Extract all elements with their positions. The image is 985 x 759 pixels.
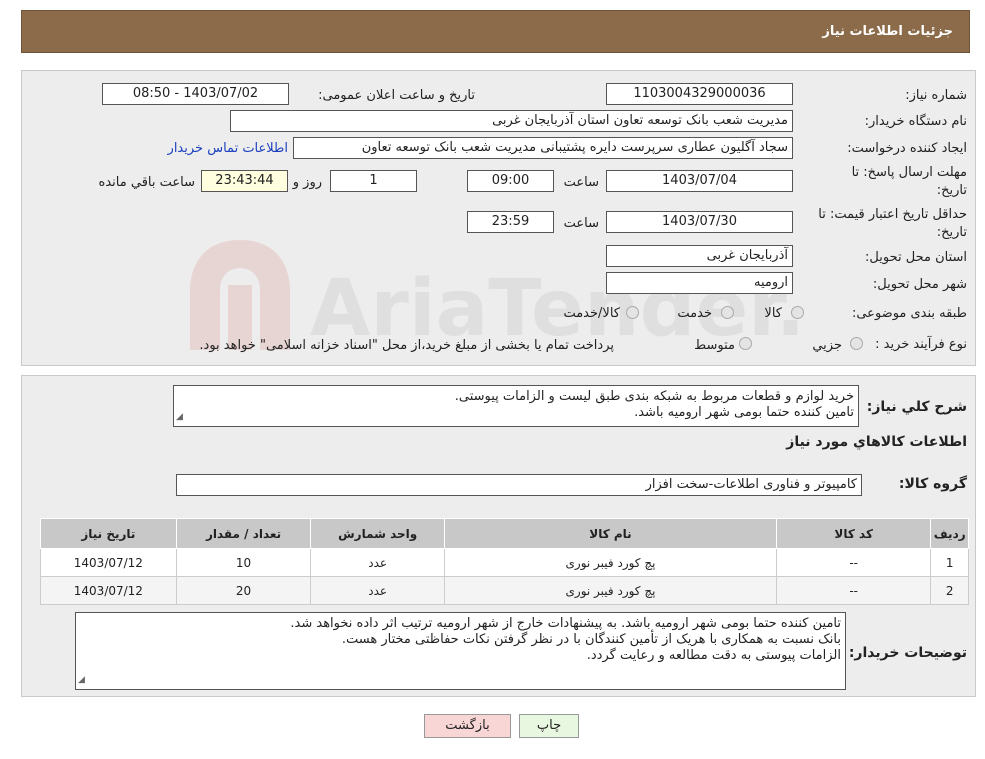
process-label: نوع فرآیند خرید : <box>875 337 967 352</box>
validity-time-label: ساعت <box>563 216 599 231</box>
creator-label: ایجاد کننده درخواست: <box>847 141 967 156</box>
process-minor-radio[interactable] <box>850 337 863 350</box>
category-label: طبقه بندی موضوعی: <box>851 306 967 321</box>
row-unit: عدد <box>310 548 445 577</box>
buyer-notes-line-3: الزامات پیوستی به دقت مطالعه و رعایت گرد… <box>586 648 841 663</box>
province-field[interactable]: آذربایجان غربی <box>606 245 793 267</box>
summary-line-2: تامین کننده حتما بومی شهر ارومیه باشد. <box>634 405 854 420</box>
row-item-name: پچ کورد فیبر نوری <box>444 576 777 605</box>
validity-label-line1: حداقل تاریخ اعتبار قیمت: تا <box>818 207 967 222</box>
announce-field[interactable]: 1403/07/02 - 08:50 <box>102 83 289 105</box>
row-item-name: پچ کورد فیبر نوری <box>444 548 777 577</box>
buyer-org-field[interactable]: مدیریت شعب بانک توسعه تعاون استان آذربای… <box>230 110 793 132</box>
creator-field[interactable]: سجاد آگلیون عطاری سرپرست دایره پشتیبانی … <box>293 137 793 159</box>
process-medium-label: متوسط <box>694 338 735 353</box>
col-date-header: تاريخ نياز <box>40 518 177 549</box>
col-code-header: کد کالا <box>775 518 932 549</box>
deadline-date-field[interactable]: 1403/07/04 <box>606 170 793 192</box>
row-qty: 10 <box>175 548 312 577</box>
category-goods-radio[interactable] <box>791 306 804 319</box>
validity-time-field[interactable]: 23:59 <box>467 211 554 233</box>
row-index: 1 <box>930 548 969 577</box>
row-date: 1403/07/12 <box>40 576 177 605</box>
category-goods-label: کالا <box>764 306 782 321</box>
validity-label-line2: تاریخ: <box>936 225 967 240</box>
buyer-contact-link[interactable]: اطلاعات تماس خریدار <box>168 141 288 156</box>
page-header: جزئیات اطلاعات نیاز <box>21 10 970 53</box>
goods-table-header: رديف کد کالا نام کالا واحد شمارش تعداد /… <box>40 518 969 549</box>
buyer-notes-line-1: تامین کننده حتما بومی شهر ارومیه باشد. ب… <box>290 616 841 631</box>
row-index: 2 <box>930 576 969 605</box>
back-button[interactable]: بازگشت <box>424 714 511 738</box>
goods-table: رديف کد کالا نام کالا واحد شمارش تعداد /… <box>40 518 969 605</box>
process-note: پرداخت تمام یا بخشی از مبلغ خرید،از محل … <box>199 338 614 353</box>
deadline-time-label: ساعت <box>563 175 599 190</box>
row-unit: عدد <box>310 576 445 605</box>
process-minor-label: جزیي <box>812 338 842 353</box>
buyer-notes-label: توضيحات خريدار: <box>848 645 967 661</box>
process-medium-radio[interactable] <box>739 337 752 350</box>
goods-group-label: گروه کالا: <box>898 476 967 492</box>
category-service-radio[interactable] <box>721 306 734 319</box>
city-field[interactable]: ارومیه <box>606 272 793 294</box>
resize-handle-icon[interactable]: ◢ <box>78 672 85 688</box>
buyer-notes-line-2: بانک نسبت به همکاری با هریک از تأمین کنن… <box>341 632 841 647</box>
remaining-time-label: ساعت باقي مانده <box>98 175 195 190</box>
deadline-days-field[interactable]: 1 <box>330 170 417 192</box>
category-service-label: خدمت <box>677 306 712 321</box>
col-row-header: رديف <box>930 518 969 549</box>
col-unit-header: واحد شمارش <box>310 518 445 549</box>
row-code: -- <box>775 548 932 577</box>
city-label: شهر محل تحویل: <box>872 277 967 292</box>
summary-line-1: خرید لوازم و قطعات مربوط به شبکه بندی طب… <box>454 389 854 404</box>
goods-section-title: اطلاعات کالاهاي مورد نياز <box>786 434 967 450</box>
deadline-days-label: روز و <box>292 175 322 190</box>
row-code: -- <box>775 576 932 605</box>
deadline-time-field[interactable]: 09:00 <box>467 170 554 192</box>
goods-group-field[interactable]: کامپیوتر و فناوری اطلاعات-سخت افزار <box>176 474 862 496</box>
validity-date-field[interactable]: 1403/07/30 <box>606 211 793 233</box>
announce-label: تاریخ و ساعت اعلان عمومی: <box>318 88 475 103</box>
col-name-header: نام کالا <box>444 518 777 549</box>
row-qty: 20 <box>175 576 312 605</box>
need-number-label: شماره نیاز: <box>905 88 967 103</box>
table-row: 2 -- پچ کورد فیبر نوری عدد 20 1403/07/12 <box>40 576 969 605</box>
table-row: 1 -- پچ کورد فیبر نوری عدد 10 1403/07/12 <box>40 548 969 577</box>
remaining-time-field: 23:43:44 <box>201 170 288 192</box>
resize-handle-icon[interactable]: ◢ <box>176 409 183 425</box>
deadline-label-line1: مهلت ارسال پاسخ: تا <box>851 165 967 180</box>
buyer-org-label: نام دستگاه خریدار: <box>864 114 967 129</box>
buyer-notes-textarea[interactable]: تامین کننده حتما بومی شهر ارومیه باشد. ب… <box>75 612 846 690</box>
row-date: 1403/07/12 <box>40 548 177 577</box>
category-both-radio[interactable] <box>626 306 639 319</box>
need-number-field[interactable]: 1103004329000036 <box>606 83 793 105</box>
category-both-label: کالا/خدمت <box>563 306 620 321</box>
province-label: استان محل تحویل: <box>865 250 967 265</box>
col-qty-header: تعداد / مقدار <box>175 518 312 549</box>
print-button[interactable]: چاپ <box>519 714 579 738</box>
page-title: جزئیات اطلاعات نیاز <box>822 24 953 39</box>
summary-textarea[interactable]: خرید لوازم و قطعات مربوط به شبکه بندی طب… <box>173 385 859 427</box>
summary-label: شرح کلي نياز: <box>866 399 967 415</box>
deadline-label-line2: تاریخ: <box>936 183 967 198</box>
